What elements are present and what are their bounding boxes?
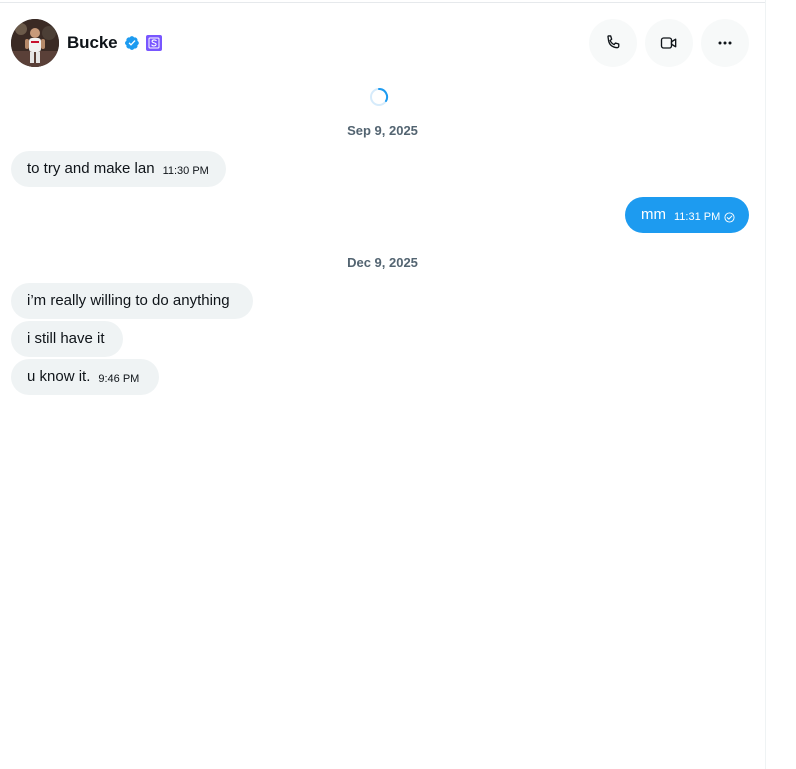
message-text: mm [641, 206, 666, 223]
seen-check-icon [724, 211, 735, 223]
loading-spinner-icon [369, 87, 389, 107]
message-bubble[interactable]: to try and make lan 11:30 PM [11, 151, 226, 187]
message-bubble[interactable]: i still have it [11, 321, 123, 357]
message-bubble[interactable]: i’m really willing to do anything [11, 283, 253, 319]
more-icon [718, 41, 732, 45]
message-text: i’m really willing to do anything [27, 292, 230, 309]
message-text: i still have it [27, 330, 105, 347]
subscription-s-icon [145, 35, 162, 51]
message-time: 9:46 PM [98, 373, 140, 385]
message-time: 11:30 PM [162, 165, 209, 177]
conversation-header: Bucke [0, 3, 765, 79]
message-bubble[interactable]: u know it. 9:46 PM [11, 359, 159, 395]
contact-name[interactable]: Bucke [67, 33, 118, 53]
panel-divider [765, 0, 766, 769]
avatar[interactable] [11, 19, 59, 67]
avatar-photo [11, 19, 59, 67]
phone-icon [607, 35, 620, 49]
video-call-button[interactable] [645, 19, 693, 67]
date-separator: Sep 9, 2025 [347, 123, 418, 138]
message-text: to try and make lan [27, 160, 155, 177]
more-options-button[interactable] [701, 19, 749, 67]
contact-title: Bucke [67, 33, 162, 53]
message-time: 11:31 PM [674, 211, 721, 223]
verified-check-icon [124, 35, 140, 51]
video-icon [660, 37, 677, 49]
date-separator: Dec 9, 2025 [347, 255, 418, 270]
voice-call-button[interactable] [589, 19, 637, 67]
message-text: u know it. [27, 368, 91, 385]
message-bubble-sent[interactable]: mm 11:31 PM [625, 197, 749, 233]
